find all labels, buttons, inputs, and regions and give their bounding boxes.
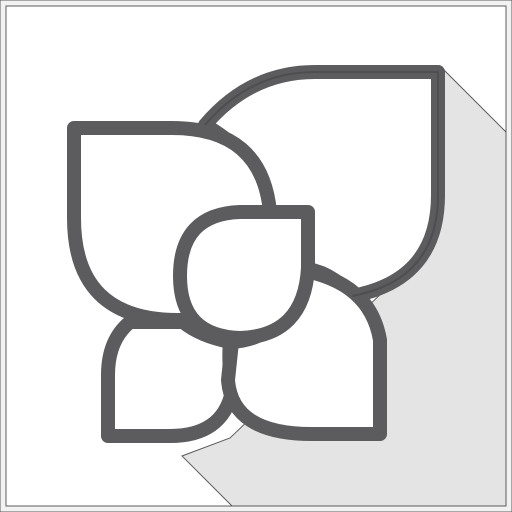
petal-flower-icon <box>0 0 512 512</box>
petal-center <box>173 205 315 345</box>
app-icon <box>0 0 512 512</box>
